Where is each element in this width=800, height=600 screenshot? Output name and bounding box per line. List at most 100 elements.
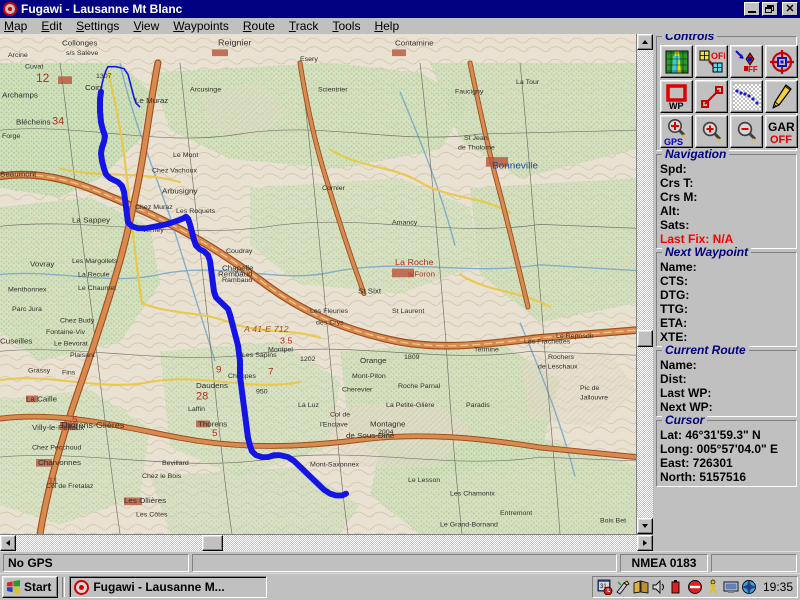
nav-row-sats: Sats: <box>660 218 690 232</box>
map-label: 9 <box>216 365 222 376</box>
nav-row-spd: Spd: <box>660 162 687 176</box>
menu-item-edit[interactable]: Edit <box>41 19 69 34</box>
svg-text:OFF: OFF <box>711 51 725 61</box>
vertical-scroll-track[interactable] <box>637 50 653 518</box>
map-label: Faucigny <box>455 89 484 96</box>
map-label: Beaumont <box>0 169 37 178</box>
map-label: Scientrier <box>318 87 348 94</box>
menu-item-help[interactable]: Help <box>374 19 406 34</box>
walking-icon[interactable] <box>705 579 721 595</box>
map-canvas[interactable]: Collonges s/s Salève Reignier Contamine Eser… <box>0 34 636 534</box>
map-label: Fontaine-Viv <box>46 329 86 336</box>
map-label: St Laurent <box>392 308 424 315</box>
compass-tray-icon[interactable] <box>741 579 757 595</box>
track-button[interactable] <box>730 80 763 113</box>
map-label: Arcusinge <box>190 87 221 94</box>
menu-item-tools[interactable]: Tools <box>332 19 367 34</box>
no-entry-icon[interactable] <box>687 579 703 595</box>
svg-text:WP: WP <box>669 101 684 110</box>
map-label: Blécheins <box>16 118 51 127</box>
menu-item-view[interactable]: View <box>133 19 166 34</box>
map-label: Le Chaumet <box>78 285 116 292</box>
scheduler-icon[interactable]: 31 <box>597 579 613 595</box>
zoom-in-button[interactable] <box>695 115 728 148</box>
map-label: Chez Budy <box>60 318 95 325</box>
map-label: Termine <box>474 346 499 353</box>
map-vertical-scrollbar[interactable] <box>636 34 653 534</box>
cursor-north: North: 5157516 <box>660 470 747 484</box>
battery-icon[interactable] <box>669 579 685 595</box>
book-icon[interactable] <box>633 579 649 595</box>
map-icon <box>665 50 688 73</box>
taskbar-divider <box>62 577 66 597</box>
svg-text:GAR: GAR <box>768 120 795 134</box>
close-button[interactable]: ✕ <box>782 2 798 16</box>
map-label: 950 <box>256 389 268 396</box>
grid-off-button[interactable]: OFF <box>695 45 728 78</box>
menu-item-route[interactable]: Route <box>243 19 282 34</box>
task-button-fugawi[interactable]: Fugawi - Lausanne M... <box>69 576 268 598</box>
windows-logo-icon <box>7 580 20 594</box>
map-label: Jallouvre <box>580 394 608 401</box>
menu-item-settings[interactable]: Settings <box>76 19 126 34</box>
start-button[interactable]: Start <box>2 576 59 598</box>
waypoint-off-button[interactable]: FF <box>730 45 763 78</box>
map-label: Reignier <box>218 38 252 48</box>
nav-last-fix: Last Fix: N/A <box>660 232 734 246</box>
map-label: des Crys <box>316 319 344 326</box>
display-icon[interactable] <box>723 579 739 595</box>
scroll-left-button[interactable] <box>0 535 16 551</box>
center-target-button[interactable] <box>765 45 798 78</box>
map-label: Les Roquets <box>176 208 216 215</box>
pencil-icon <box>771 83 792 109</box>
zoom-gps-button[interactable]: GPS <box>660 115 693 148</box>
minimize-button[interactable] <box>744 2 760 16</box>
restore-button[interactable] <box>762 2 778 16</box>
garmin-off-button[interactable]: GAR OFF <box>765 115 798 148</box>
map-label: Le Mont <box>173 152 198 159</box>
horizontal-scroll-track[interactable] <box>16 535 637 551</box>
menu-item-waypoints[interactable]: Waypoints <box>173 19 236 34</box>
menu-item-map[interactable]: Map <box>4 19 34 34</box>
map-label: Le Lesson <box>408 477 440 484</box>
scroll-right-button[interactable] <box>637 535 653 551</box>
route-row-last-wp: Last WP: <box>660 386 712 400</box>
svg-text:FF: FF <box>748 65 758 74</box>
map-label: La Roche <box>395 257 434 267</box>
zoom-out-icon <box>737 121 756 142</box>
map-label: Menthonnex <box>8 287 47 294</box>
vertical-scroll-thumb[interactable] <box>637 330 653 347</box>
map-label: 1809 <box>404 354 420 361</box>
map-label: Grassy <box>28 368 51 375</box>
nwp-row-xte: XTE: <box>660 330 688 344</box>
map-label: Les Frachettes <box>524 339 571 346</box>
map-label: Chapelle <box>222 264 254 273</box>
nav-row-alt: Alt: <box>660 204 680 218</box>
map-label: Entremont <box>500 510 532 517</box>
scroll-up-button[interactable] <box>637 34 653 50</box>
map-label: Mont-Piton <box>352 373 386 380</box>
nwp-row-dtg: DTG: <box>660 288 690 302</box>
map-horizontal-scrollbar[interactable] <box>0 534 653 551</box>
new-waypoint-button[interactable]: WP <box>660 80 693 113</box>
map-label: 7 <box>268 367 274 378</box>
volume-icon[interactable] <box>651 579 667 595</box>
map-label: Thorens <box>198 419 227 428</box>
status-nmea: NMEA 0183 <box>620 553 708 572</box>
map-label: s/s Salève <box>66 50 98 57</box>
horizontal-scroll-thumb[interactable] <box>202 535 223 551</box>
map-label: Vovray <box>30 260 54 269</box>
cursor-lat: Lat: 46°31'59.3" N <box>660 428 761 442</box>
scroll-down-button[interactable] <box>637 518 653 534</box>
zoom-out-button[interactable] <box>730 115 763 148</box>
map-label: 34 <box>52 116 64 128</box>
controls-grid: OF FF WP GPS GAR OFF <box>660 45 798 148</box>
map-view-button[interactable] <box>660 45 693 78</box>
scandisk-icon[interactable] <box>615 579 631 595</box>
window-title: Fugawi - Lausanne Mt Blanc <box>21 2 183 16</box>
map-label: Amancy <box>392 219 418 226</box>
map-label: Parc Jura <box>12 306 42 313</box>
menu-item-track[interactable]: Track <box>289 19 326 34</box>
route-button[interactable] <box>695 80 728 113</box>
edit-pencil-button[interactable] <box>765 80 798 113</box>
